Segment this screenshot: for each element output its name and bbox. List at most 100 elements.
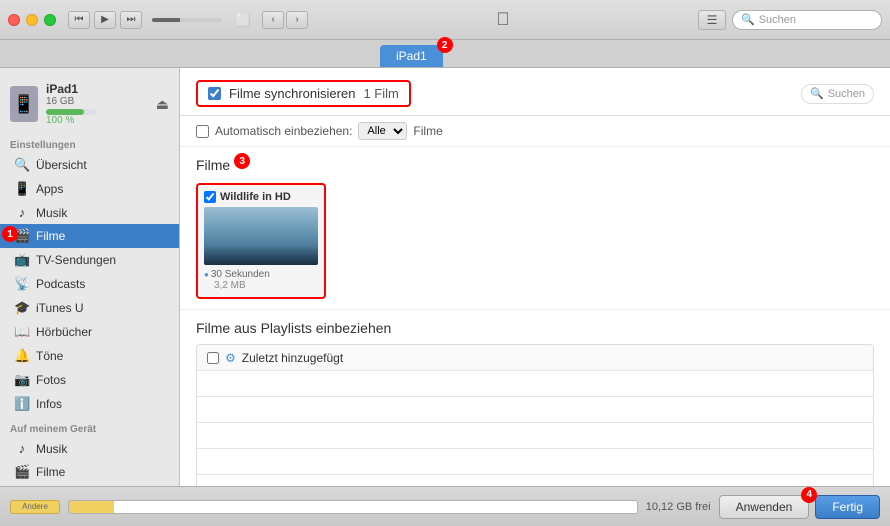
- device-tab-bar: 2 iPad1: [0, 40, 890, 68]
- infos-icon: ℹ️: [14, 396, 30, 412]
- playlists-section: Filme aus Playlists einbeziehen ⚙ Zuletz…: [180, 309, 890, 486]
- sidebar-item-label: Filme: [36, 229, 65, 243]
- andere-label: Andere: [22, 502, 48, 511]
- device-icon: 📱: [10, 86, 38, 122]
- anwenden-button[interactable]: Anwenden: [719, 495, 810, 519]
- film-checkbox[interactable]: [204, 191, 216, 203]
- sidebar-item-fotos[interactable]: 📷 Fotos: [0, 368, 179, 392]
- volume-slider[interactable]: [152, 18, 222, 22]
- sync-header: Filme synchronisieren 1 Film 🔍 Suchen: [180, 68, 890, 116]
- auto-include-suffix: Filme: [413, 124, 442, 138]
- playback-controls: ⏮ ▶ ⏭ ⬜: [68, 11, 254, 29]
- andere-segment: Andere: [10, 500, 60, 514]
- sidebar-item-label: TV-Sendungen: [36, 253, 116, 267]
- playlists-section-title: Filme aus Playlists einbeziehen: [196, 320, 874, 336]
- sync-checkbox[interactable]: [208, 87, 221, 100]
- eject-button[interactable]: ⏏: [156, 96, 169, 113]
- back-button[interactable]: ‹: [262, 11, 284, 29]
- storage-label-group: Andere: [10, 500, 60, 514]
- g-filme-icon: 🎬: [14, 464, 30, 480]
- playlist-row-empty-4: [197, 449, 873, 475]
- sidebar-item-tv-sendungen[interactable]: 📺 TV-Sendungen: [0, 248, 179, 272]
- sidebar-item-label: Musik: [36, 206, 67, 220]
- auto-include-checkbox[interactable]: [196, 125, 209, 138]
- sidebar-item-musik[interactable]: ♪ Musik: [0, 201, 179, 224]
- close-button[interactable]: [8, 14, 20, 26]
- nav-buttons: ‹ ›: [262, 11, 308, 29]
- apple-logo-icon: : [496, 9, 510, 30]
- sidebar-item-toene[interactable]: 🔔 Töne: [0, 344, 179, 368]
- g-musik-icon: ♪: [14, 441, 30, 456]
- storage-andere: [69, 501, 114, 513]
- storage-free: [114, 501, 636, 513]
- auto-include-label: Automatisch einbeziehen:: [215, 124, 352, 138]
- sidebar-item-label: Fotos: [36, 373, 66, 387]
- film-size: 3,2 MB: [204, 280, 318, 291]
- minimize-button[interactable]: [26, 14, 38, 26]
- action-buttons: 4 Anwenden Fertig: [719, 495, 880, 519]
- sidebar-item-g-filme[interactable]: 🎬 Filme: [0, 460, 179, 484]
- search-placeholder: Suchen: [759, 14, 796, 26]
- annotation-4: 4: [801, 487, 817, 503]
- sidebar-item-podcasts[interactable]: 📡 Podcasts: [0, 272, 179, 296]
- sidebar-item-label: Übersicht: [36, 158, 87, 172]
- skip-forward-button[interactable]: ⏭: [120, 11, 142, 29]
- device-tab[interactable]: iPad1: [380, 45, 443, 67]
- film-gradient: [204, 245, 318, 265]
- sync-count: 1 Film: [363, 86, 398, 101]
- auto-include-row: Automatisch einbeziehen: Alle Filme: [180, 116, 890, 147]
- film-header: Wildlife in HD: [204, 191, 318, 203]
- sidebar-item-g-musik[interactable]: ♪ Musik: [0, 437, 179, 460]
- sidebar-item-hoerbuecher[interactable]: 📖 Hörbücher: [0, 320, 179, 344]
- playlist-checkbox[interactable]: [207, 352, 219, 364]
- titlebar-center: : [308, 9, 698, 30]
- itunes-u-icon: 🎓: [14, 300, 30, 316]
- sidebar-item-itunes-u[interactable]: 🎓 iTunes U: [0, 296, 179, 320]
- maximize-button[interactable]: [44, 14, 56, 26]
- sidebar-item-uebersicht[interactable]: 🔍 Übersicht: [0, 153, 179, 177]
- film-name: Wildlife in HD: [220, 191, 291, 203]
- auf-geraet-label: Auf meinem Gerät: [0, 416, 179, 437]
- sidebar-item-label: Apps: [36, 182, 63, 196]
- annotation-3: 3: [234, 153, 250, 169]
- titlebar-right: ☰ 🔍 Suchen: [698, 10, 882, 30]
- filme-icon: 🎬: [14, 228, 30, 244]
- search-placeholder: Suchen: [828, 88, 865, 100]
- device-storage: 16 GB: [46, 96, 148, 107]
- sidebar-item-label: Musik: [36, 442, 67, 456]
- content-search[interactable]: 🔍 Suchen: [801, 84, 874, 104]
- film-dot-icon: ●: [204, 270, 209, 279]
- forward-button[interactable]: ›: [286, 11, 308, 29]
- film-duration-row: ● 30 Sekunden: [204, 269, 318, 280]
- fertig-button[interactable]: Fertig: [815, 495, 880, 519]
- device-info: 📱 iPad1 16 GB 100 % ⏏: [0, 76, 179, 132]
- playlist-row-empty-2: [197, 397, 873, 423]
- skip-back-button[interactable]: ⏮: [68, 11, 90, 29]
- uebersicht-icon: 🔍: [14, 157, 30, 173]
- annotation-2: 2: [437, 37, 453, 53]
- playlist-row-empty-5: [197, 475, 873, 486]
- playlist-list: ⚙ Zuletzt hinzugefügt: [196, 344, 874, 486]
- apps-icon: 📱: [14, 181, 30, 197]
- sidebar-item-infos[interactable]: ℹ️ Infos: [0, 392, 179, 416]
- toene-icon: 🔔: [14, 348, 30, 364]
- traffic-lights: [8, 14, 56, 26]
- bottom-bar: Andere 10,12 GB frei 4 Anwenden Fertig: [0, 486, 890, 526]
- filme-section-title-wrapper: Filme 3: [196, 157, 230, 183]
- battery-percent: 100 %: [46, 115, 148, 126]
- sync-label: Filme synchronisieren: [229, 86, 355, 101]
- tv-icon: 📺: [14, 252, 30, 268]
- sidebar-item-filme[interactable]: 🎬 Filme: [0, 224, 179, 248]
- sidebar-item-label: Podcasts: [36, 277, 85, 291]
- list-view-button[interactable]: ☰: [698, 10, 726, 30]
- global-search[interactable]: 🔍 Suchen: [732, 10, 882, 30]
- filme-section: Filme 3 Wildlife in HD ● 30 Sekunden: [180, 147, 890, 309]
- play-button[interactable]: ▶: [94, 11, 116, 29]
- airplay-button[interactable]: ⬜: [232, 11, 254, 29]
- sidebar-item-apps[interactable]: 📱 Apps: [0, 177, 179, 201]
- main-layout: 📱 iPad1 16 GB 100 % ⏏ Einstellungen 🔍 Üb…: [0, 68, 890, 486]
- musik-icon: ♪: [14, 205, 30, 220]
- auto-include-select[interactable]: Alle: [358, 122, 407, 140]
- device-tab-container: 2 iPad1: [380, 45, 443, 67]
- sidebar: 📱 iPad1 16 GB 100 % ⏏ Einstellungen 🔍 Üb…: [0, 68, 180, 486]
